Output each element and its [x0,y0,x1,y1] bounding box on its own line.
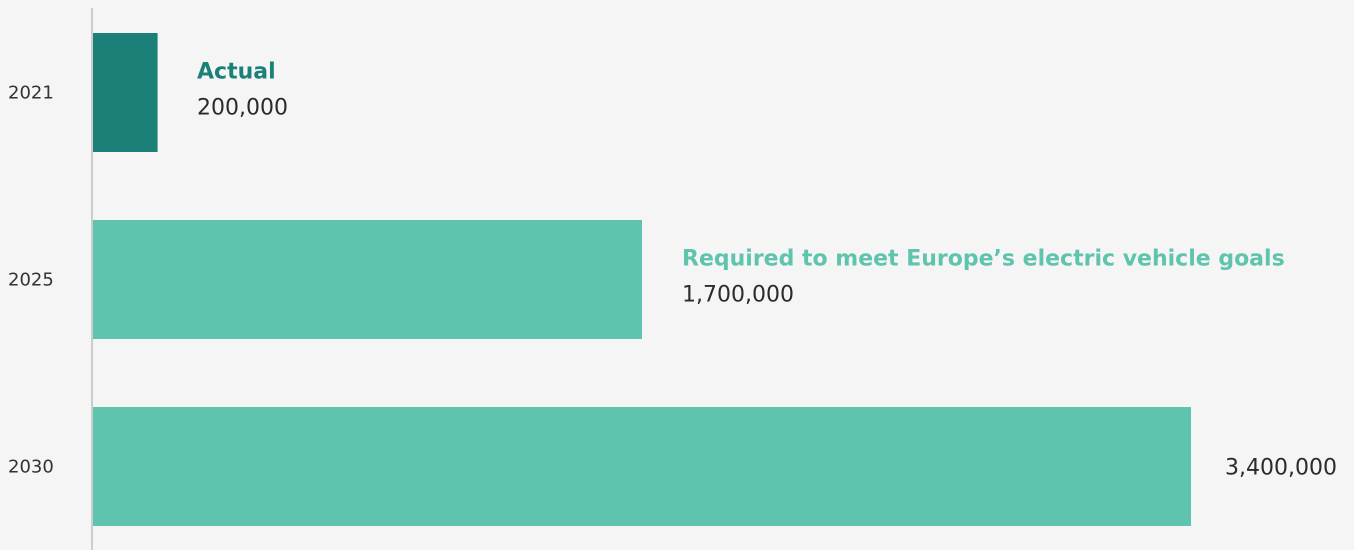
value-label-2021: 200,000 [197,96,288,121]
bar-2030 [93,407,1191,526]
value-label-2025: 1,700,000 [682,283,794,308]
bar-2025 [93,220,642,339]
series-name-label-2021: Actual [197,60,276,85]
bar-chart: 2021 Actual 200,000 2025 Required to meet Eu… [8,8,1337,550]
category-label-2030: 2030 [8,457,54,478]
series-name-label-2025: Required to meet Europe’s electric vehic… [682,247,1285,272]
category-label-2025: 2025 [8,270,54,291]
value-label-2030: 3,400,000 [1225,456,1337,481]
chart-container: 2021 Actual 200,000 2025 Required to meet Eu… [0,0,1354,550]
bar-2021 [93,33,158,152]
category-label-2021: 2021 [8,83,54,104]
